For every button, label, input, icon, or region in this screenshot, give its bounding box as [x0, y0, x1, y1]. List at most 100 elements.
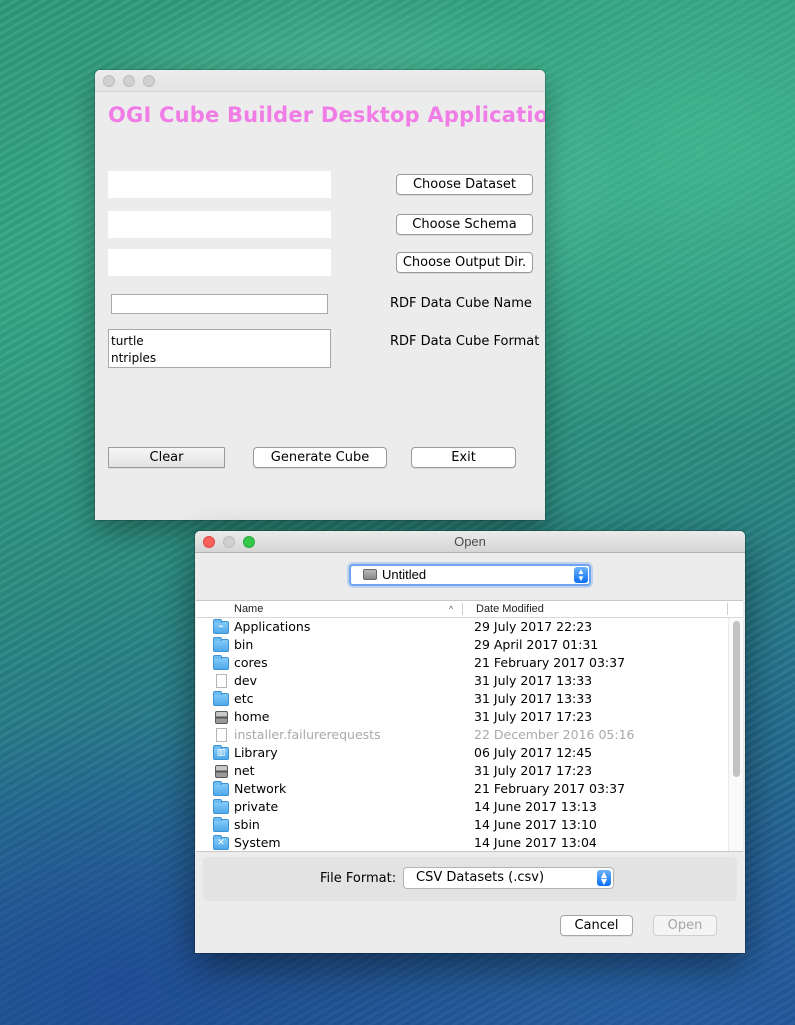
vertical-scrollbar[interactable]	[728, 618, 743, 851]
output-dir-field[interactable]	[108, 249, 331, 276]
file-date-modified: 29 April 2017 01:31	[474, 637, 599, 652]
open-dialog: Open Untitled ▲ ▼ Name ^ Date Modified ⌁ A…	[195, 531, 745, 953]
file-row[interactable]: ⌁ Applications 29 July 2017 22:23	[196, 618, 743, 636]
file-row[interactable]: Network 21 February 2017 03:37	[196, 780, 743, 798]
name-column-header[interactable]: Name	[234, 601, 263, 617]
file-row[interactable]: dev 31 July 2017 13:33	[196, 672, 743, 690]
dialog-close-button[interactable]	[203, 536, 215, 548]
file-name: net	[234, 763, 255, 778]
cancel-button[interactable]: Cancel	[560, 915, 633, 936]
file-name: System	[234, 835, 281, 850]
applications-folder-icon: ⌁	[213, 619, 229, 634]
exit-button[interactable]: Exit	[411, 447, 516, 468]
file-date-modified: 14 June 2017 13:13	[474, 799, 597, 814]
folder-icon	[213, 691, 229, 706]
file-row[interactable]: ▥ Library 06 July 2017 12:45	[196, 744, 743, 762]
dialog-zoom-button[interactable]	[243, 536, 255, 548]
file-name: bin	[234, 637, 254, 652]
file-name: Network	[234, 781, 287, 796]
cube-builder-window: OGI Cube Builder Desktop Application Cho…	[95, 70, 545, 520]
file-name: cores	[234, 655, 268, 670]
open-button[interactable]: Open	[653, 915, 717, 936]
choose-schema-button[interactable]: Choose Schema	[396, 214, 533, 235]
choose-output-dir-button[interactable]: Choose Output Dir.	[396, 252, 533, 273]
file-date-modified: 14 June 2017 13:10	[474, 817, 597, 832]
file-row[interactable]: ✕ System 14 June 2017 13:04	[196, 834, 743, 851]
file-row[interactable]: installer.failurerequests 22 December 201…	[196, 726, 743, 744]
schema-path-field[interactable]	[108, 211, 331, 238]
file-row[interactable]: sbin 14 June 2017 13:10	[196, 816, 743, 834]
file-list: ⌁ Applications 29 July 2017 22:23 bin 29 Apr…	[196, 618, 743, 851]
location-label: Untitled	[382, 567, 427, 582]
file-row[interactable]: bin 29 April 2017 01:31	[196, 636, 743, 654]
folder-icon	[213, 799, 229, 814]
popup-chevron-icon: ▲ ▼	[597, 870, 611, 886]
dataset-path-field[interactable]	[108, 171, 331, 198]
cube-format-label: RDF Data Cube Format	[390, 334, 540, 349]
clear-button[interactable]: Clear	[108, 447, 225, 468]
folder-icon	[213, 781, 229, 796]
file-row[interactable]: net 31 July 2017 17:23	[196, 762, 743, 780]
column-divider[interactable]	[462, 603, 463, 615]
file-date-modified: 14 June 2017 13:04	[474, 835, 597, 850]
app-title: OGI Cube Builder Desktop Application	[108, 103, 545, 127]
file-format-value: CSV Datasets (.csv)	[416, 870, 545, 885]
folder-icon	[213, 655, 229, 670]
column-header: Name ^ Date Modified	[196, 601, 743, 618]
file-date-modified: 31 July 2017 13:33	[474, 673, 593, 688]
system-folder-icon: ✕	[213, 835, 229, 850]
close-button[interactable]	[103, 75, 115, 87]
file-format-bar: File Format: CSV Datasets (.csv) ▲ ▼	[203, 857, 737, 901]
file-row[interactable]: home 31 July 2017 17:23	[196, 708, 743, 726]
file-date-modified: 31 July 2017 17:23	[474, 709, 593, 724]
document-icon	[216, 674, 227, 688]
file-name: Library	[234, 745, 278, 760]
column-divider[interactable]	[727, 603, 728, 615]
dialog-minimize-button[interactable]	[223, 536, 235, 548]
file-name: private	[234, 799, 279, 814]
folder-icon	[213, 817, 229, 832]
file-name: installer.failurerequests	[234, 727, 381, 742]
file-browser[interactable]: Name ^ Date Modified ⌁ Applications 29 Jul…	[196, 600, 743, 852]
generate-cube-button[interactable]: Generate Cube	[253, 447, 387, 468]
file-date-modified: 29 July 2017 22:23	[474, 619, 593, 634]
file-date-modified: 21 February 2017 03:37	[474, 655, 626, 670]
cube-format-list[interactable]: turtle ntriples	[108, 329, 331, 368]
minimize-button[interactable]	[123, 75, 135, 87]
file-name: sbin	[234, 817, 260, 832]
dialog-title: Open	[454, 534, 486, 549]
file-format-label: File Format:	[320, 871, 397, 886]
file-date-modified: 31 July 2017 13:33	[474, 691, 593, 706]
format-option-turtle[interactable]: turtle	[111, 333, 328, 350]
file-name: etc	[234, 691, 254, 706]
document-icon	[216, 728, 227, 742]
scrollbar-thumb[interactable]	[733, 621, 740, 777]
date-column-header[interactable]: Date Modified	[476, 601, 544, 617]
app-titlebar[interactable]	[95, 70, 545, 92]
network-disk-icon	[215, 765, 228, 778]
file-row[interactable]: etc 31 July 2017 13:33	[196, 690, 743, 708]
file-name: home	[234, 709, 270, 724]
hard-drive-icon	[363, 569, 377, 580]
file-date-modified: 31 July 2017 17:23	[474, 763, 593, 778]
file-format-popup[interactable]: CSV Datasets (.csv) ▲ ▼	[403, 867, 614, 889]
format-option-ntriples[interactable]: ntriples	[111, 350, 328, 367]
cube-name-input[interactable]	[111, 294, 328, 314]
network-disk-icon	[215, 711, 228, 724]
file-date-modified: 06 July 2017 12:45	[474, 745, 593, 760]
file-row[interactable]: cores 21 February 2017 03:37	[196, 654, 743, 672]
sort-ascending-icon[interactable]: ^	[449, 601, 453, 617]
file-date-modified: 21 February 2017 03:37	[474, 781, 626, 796]
zoom-button[interactable]	[143, 75, 155, 87]
popup-chevron-icon: ▲ ▼	[574, 567, 588, 583]
cube-name-label: RDF Data Cube Name	[390, 296, 532, 311]
choose-dataset-button[interactable]: Choose Dataset	[396, 174, 533, 195]
library-folder-icon: ▥	[213, 745, 229, 760]
dialog-titlebar[interactable]: Open	[195, 531, 745, 553]
folder-icon	[213, 637, 229, 652]
file-name: Applications	[234, 619, 311, 634]
file-date-modified: 22 December 2016 05:16	[474, 727, 635, 742]
file-row[interactable]: private 14 June 2017 13:13	[196, 798, 743, 816]
file-name: dev	[234, 673, 258, 688]
location-popup[interactable]: Untitled ▲ ▼	[349, 564, 591, 586]
